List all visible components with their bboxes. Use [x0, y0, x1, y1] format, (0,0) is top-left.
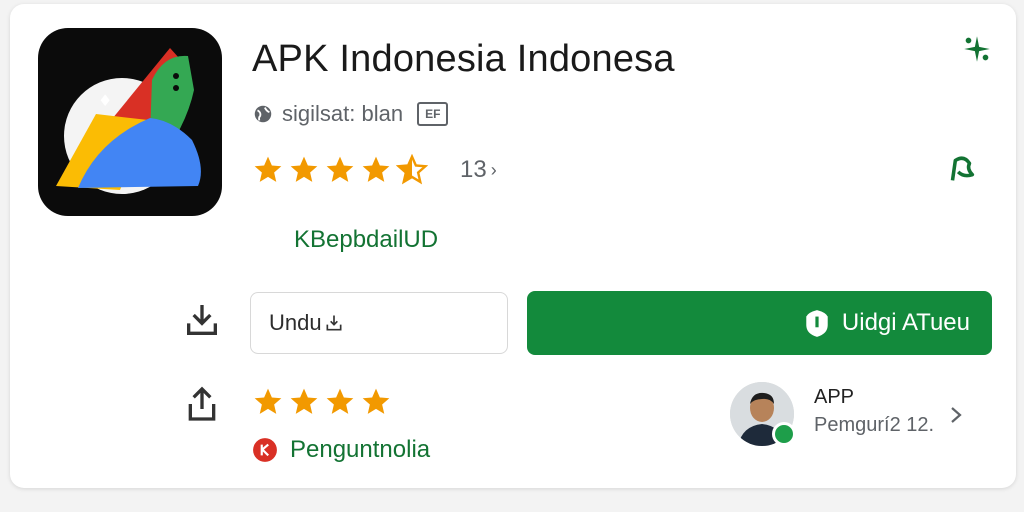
half-star-icon	[396, 154, 428, 185]
developer-icon	[253, 438, 277, 462]
globe-icon	[254, 105, 272, 123]
app-title: APK Indonesia Indonesa	[252, 38, 675, 80]
svg-text:♦: ♦	[98, 91, 112, 110]
developer-label: Penguntnolia	[290, 436, 431, 463]
rating-row: 13 ›	[252, 154, 497, 186]
star-icon	[290, 388, 318, 414]
developer-row[interactable]: Penguntnolia	[252, 436, 430, 464]
reviewer-name: APP	[814, 386, 855, 408]
review-stars	[252, 386, 392, 418]
download-button[interactable]: Undu	[250, 292, 508, 354]
reviewer-meta: Pemgurí2 12.	[814, 414, 935, 436]
app-icon[interactable]: ♦	[38, 28, 222, 216]
star-icon	[290, 156, 318, 182]
download-label: Undu	[269, 310, 322, 335]
app-logo-icon: ♦	[56, 48, 201, 194]
star-icon	[362, 388, 390, 414]
shield-icon	[806, 310, 828, 337]
sparkle-icon[interactable]	[960, 32, 994, 66]
install-label: Uidgi ATueu	[841, 309, 970, 336]
rating-count-arrow: ›	[490, 159, 497, 180]
app-subtitle: sigilsat: blan	[282, 101, 404, 126]
star-icon	[362, 156, 390, 182]
share-icon[interactable]	[182, 384, 222, 424]
app-subtitle-row: sigilsat: blan EF	[252, 100, 449, 128]
verified-badge	[772, 422, 796, 446]
download-icon[interactable]	[182, 300, 222, 340]
star-icon	[326, 156, 354, 182]
content-badge: EF	[417, 102, 449, 126]
rating-count: 13	[460, 156, 487, 183]
star-icon	[326, 388, 354, 414]
app-category[interactable]: KBepbdailUD	[294, 226, 438, 254]
star-icon	[254, 156, 282, 182]
chevron-right-icon[interactable]	[946, 404, 966, 426]
flag-icon[interactable]	[944, 152, 978, 186]
download-small-icon	[326, 315, 342, 331]
star-icon	[254, 388, 282, 414]
install-button[interactable]: Uidgi ATueu	[527, 291, 992, 355]
reviewer-row[interactable]: APP Pemgurí2 12.	[730, 382, 1000, 450]
